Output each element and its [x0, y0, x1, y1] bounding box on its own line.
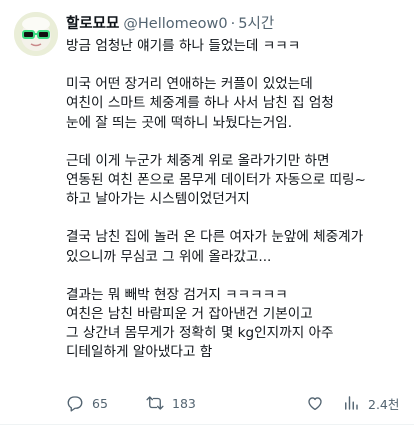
text-line: 결과는 뭐 빼박 현장 검거지 ㅋㅋㅋㅋㅋ — [66, 286, 288, 303]
text-line: 결국 남친 집에 놀러 온 다른 여자가 눈앞에 체중계가 — [66, 229, 364, 246]
reply-button[interactable]: 65 — [66, 394, 146, 412]
reply-icon — [67, 396, 83, 412]
text-line: 있으니까 무심코 그 위에 올라갔고... — [66, 248, 272, 265]
author-name[interactable]: 할로묘묘 — [66, 14, 119, 34]
avatar[interactable] — [14, 12, 58, 56]
views-icon — [345, 396, 358, 410]
text-line: 그 상간녀 몸무게가 정확히 몇 kg인지까지 아주 — [66, 325, 334, 342]
views-count: 2.4천 — [368, 396, 400, 412]
text-line: 하고 날아가는 시스템이었던거지 — [66, 191, 250, 208]
paragraph-2: 미국 어떤 장거리 연애하는 커플이 있었는데 여친이 스마트 체중계를 하나 … — [66, 75, 406, 133]
text-line: 방금 엄청난 얘기를 하나 들었는데 ㅋㅋㅋ — [66, 38, 301, 54]
text-line: 미국 어떤 장거리 연애하는 커플이 있었는데 — [66, 76, 313, 93]
separator-dot: · — [230, 16, 236, 32]
author-handle[interactable]: @Hellomeow0 — [123, 14, 227, 34]
text-line: 여친은 남친 바람피운 거 잡아낸건 기본이고 — [66, 306, 313, 323]
views-button[interactable]: 2.4천 — [342, 394, 399, 413]
text-line: 눈에 잘 띄는 곳에 떡하니 놔뒀다는거임. — [66, 114, 293, 131]
like-icon — [308, 397, 322, 411]
retweet-icon — [146, 396, 164, 410]
retweet-count: 183 — [172, 395, 196, 411]
text-line: 근데 이게 누군가 체중계 위로 올라가기만 하면 — [66, 152, 330, 169]
tweet-actions: 65 183 2.4천 — [66, 392, 402, 414]
text-line: 연동된 여친 폰으로 몸무게 데이터가 자동으로 띠링~ — [66, 172, 366, 189]
paragraph-4: 결국 남친 집에 놀러 온 다른 여자가 눈앞에 체중계가 있으니까 무심코 그… — [66, 228, 406, 266]
text-line: 디테일하게 알아냈다고 함 — [66, 344, 213, 361]
reply-count: 65 — [92, 395, 108, 411]
timestamp[interactable]: 5시간 — [238, 14, 274, 34]
tweet-text: 방금 엄청난 얘기를 하나 들었는데 ㅋㅋㅋ 미국 어떤 장거리 연애하는 커플… — [66, 37, 406, 382]
paragraph-3: 근데 이게 누군가 체중계 위로 올라가기만 하면 연동된 여친 폰으로 몸무게… — [66, 152, 406, 210]
paragraph-5: 결과는 뭐 빼박 현장 검거지 ㅋㅋㅋㅋㅋ 여친은 남친 바람피운 거 잡아낸건… — [66, 286, 406, 363]
text-line: 여친이 스마트 체중계를 하나 사서 남친 집 엄청 — [66, 95, 334, 112]
retweet-button[interactable]: 183 — [146, 394, 306, 412]
tweet-header: 할로묘묘 @Hellomeow0 · 5시간 — [66, 14, 406, 34]
tweet[interactable]: 할로묘묘 @Hellomeow0 · 5시간 방금 엄청난 얘기를 하나 들었는… — [0, 0, 414, 425]
paragraph-1: 방금 엄청난 얘기를 하나 들었는데 ㅋㅋㅋ — [66, 37, 406, 56]
avatar-image — [14, 12, 58, 56]
like-button[interactable] — [306, 394, 342, 412]
